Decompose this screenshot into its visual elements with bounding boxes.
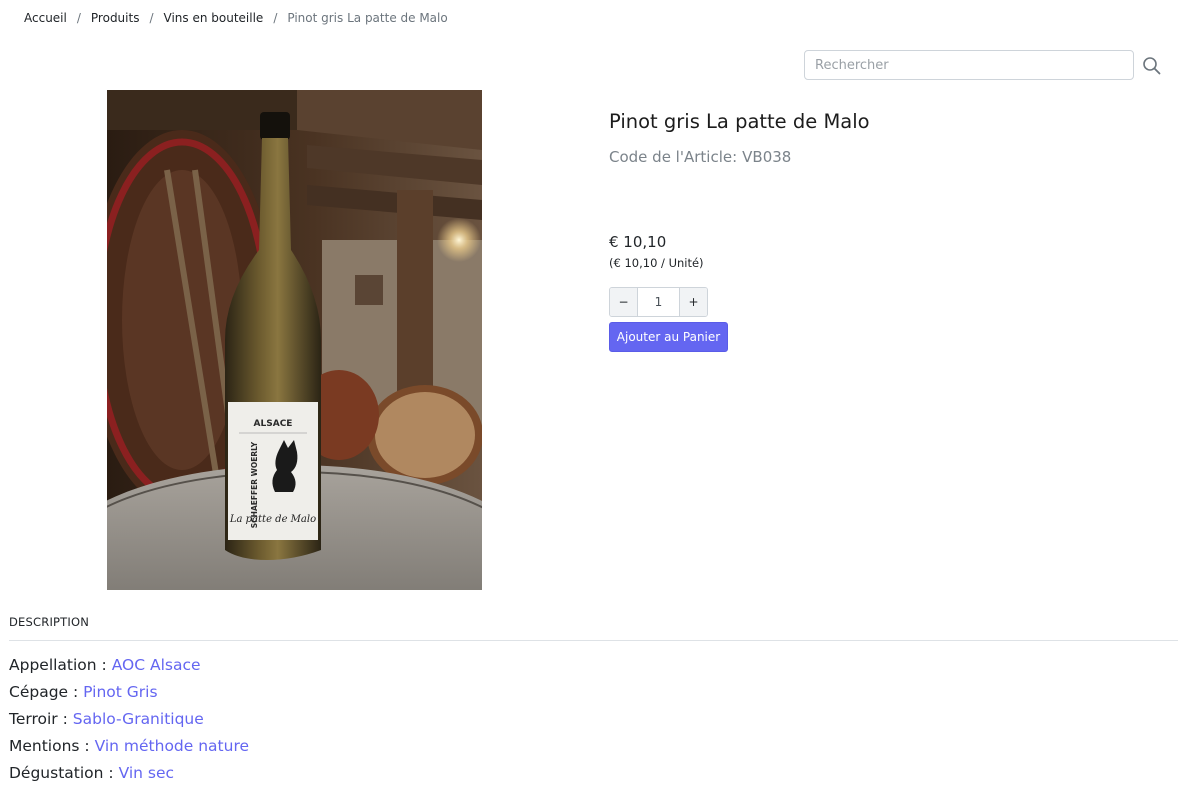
breadcrumb-separator: / xyxy=(149,11,154,25)
search-input[interactable] xyxy=(804,50,1134,80)
attribute-cepage: Cépage : Pinot Gris xyxy=(9,681,249,708)
attribute-label: Dégustation : xyxy=(9,764,114,782)
quantity-stepper: − + xyxy=(609,287,708,317)
attribute-value-link[interactable]: Vin méthode nature xyxy=(95,737,249,755)
attribute-value-link[interactable]: AOC Alsace xyxy=(112,656,201,674)
product-price: € 10,10 xyxy=(609,233,667,251)
description-attributes: Appellation : AOC Alsace Cépage : Pinot … xyxy=(9,654,249,789)
attribute-appellation: Appellation : AOC Alsace xyxy=(9,654,249,681)
description-heading: DESCRIPTION xyxy=(9,615,90,629)
breadcrumb-current: Pinot gris La patte de Malo xyxy=(287,11,448,25)
attribute-terroir: Terroir : Sablo-Granitique xyxy=(9,708,249,735)
attribute-value-link[interactable]: Sablo-Granitique xyxy=(73,710,204,728)
search-icon xyxy=(1143,57,1161,75)
attribute-label: Cépage : xyxy=(9,683,79,701)
bottle-label-region: ALSACE xyxy=(254,419,293,429)
attribute-value-link[interactable]: Vin sec xyxy=(119,764,174,782)
search-button[interactable] xyxy=(1140,54,1164,78)
attribute-label: Mentions : xyxy=(9,737,90,755)
quantity-increase-button[interactable]: + xyxy=(679,288,707,316)
breadcrumb-link-accueil[interactable]: Accueil xyxy=(24,11,67,25)
product-unit-price: (€ 10,10 / Unité) xyxy=(609,256,704,270)
bottle-label-cuvee: La patte de Malo xyxy=(229,514,316,525)
attribute-value-link[interactable]: Pinot Gris xyxy=(83,683,157,701)
add-to-cart-button[interactable]: Ajouter au Panier xyxy=(609,322,728,352)
breadcrumb-separator: / xyxy=(76,11,81,25)
breadcrumb-link-vins-en-bouteille[interactable]: Vins en bouteille xyxy=(164,11,264,25)
product-title: Pinot gris La patte de Malo xyxy=(609,110,870,133)
attribute-label: Appellation : xyxy=(9,656,107,674)
breadcrumb-separator: / xyxy=(273,11,278,25)
attribute-label: Terroir : xyxy=(9,710,68,728)
attribute-degustation: Dégustation : Vin sec xyxy=(9,762,249,789)
breadcrumb: Accueil / Produits / Vins en bouteille /… xyxy=(24,11,448,25)
product-code-label: Code de l'Article: xyxy=(609,148,738,166)
breadcrumb-link-produits[interactable]: Produits xyxy=(91,11,140,25)
quantity-input[interactable] xyxy=(638,288,679,316)
description-divider xyxy=(9,640,1178,641)
quantity-decrease-button[interactable]: − xyxy=(610,288,638,316)
product-code: Code de l'Article: VB038 xyxy=(609,148,791,166)
product-image[interactable]: ALSACE SCHAEFFER WOERLY La patte de Malo xyxy=(107,90,482,590)
attribute-mentions: Mentions : Vin méthode nature xyxy=(9,735,249,762)
product-code-value: VB038 xyxy=(742,148,792,166)
wine-bottle-photo: ALSACE SCHAEFFER WOERLY La patte de Malo xyxy=(107,90,482,590)
